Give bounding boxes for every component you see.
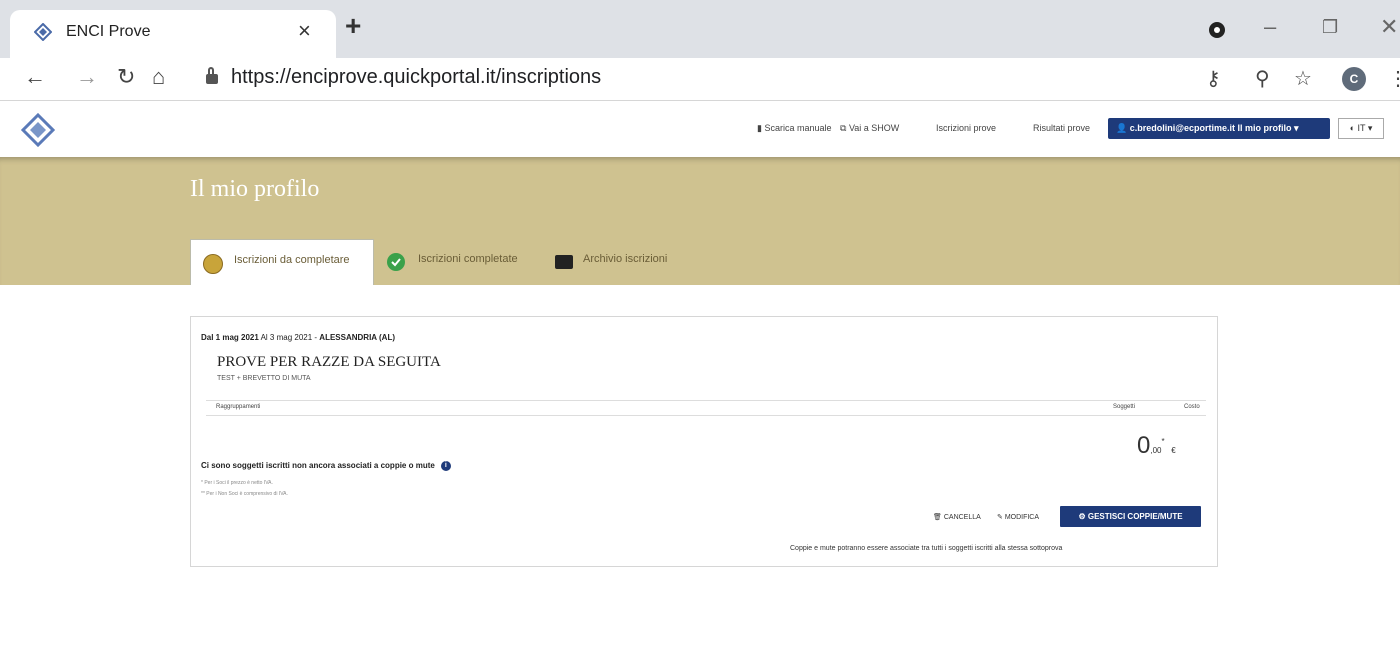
total-asterisk: * xyxy=(1161,437,1165,446)
tab-close-icon[interactable]: × xyxy=(298,18,311,44)
event-location: ALESSANDRIA (AL) xyxy=(319,333,395,342)
browser-tab[interactable]: ENCI Prove × xyxy=(10,10,336,58)
tab-pending-inscriptions[interactable]: Iscrizioni da completare xyxy=(190,239,374,285)
nav-inscriptions[interactable]: Iscrizioni prove xyxy=(936,123,996,133)
tab-completed-inscriptions[interactable]: Iscrizioni completate xyxy=(375,239,540,285)
user-profile-label: c.bredolini@ecportime.it Il mio profilo … xyxy=(1129,123,1299,133)
date-to: Al 3 mag 2021 - xyxy=(258,333,320,342)
minimize-icon[interactable]: – xyxy=(1264,14,1276,40)
col-groups: Raggruppamenti xyxy=(216,404,261,410)
total-int: 0 xyxy=(1137,432,1151,459)
page-title: Il mio profilo xyxy=(190,176,320,202)
back-icon[interactable]: ← xyxy=(24,64,46,90)
event-subtitle: TEST + BREVETTO DI MUTA xyxy=(217,375,311,382)
tab-title: ENCI Prove xyxy=(66,23,151,40)
home-icon[interactable]: ⌂ xyxy=(152,64,165,90)
profile-banner: Il mio profilo Iscrizioni da completare … xyxy=(0,157,1400,285)
info-icon[interactable]: i xyxy=(440,461,451,471)
tab-completed-label: Iscrizioni completate xyxy=(418,253,518,265)
archive-box-icon xyxy=(555,255,573,269)
nav-go-show-label: Vai a SHOW xyxy=(848,123,900,133)
date-from: Dal 1 mag 2021 xyxy=(201,333,259,342)
edit-button[interactable]: ✎ MODIFICA xyxy=(997,513,1039,521)
forward-icon[interactable]: → xyxy=(76,64,98,90)
inscription-card: Dal 1 mag 2021 Al 3 mag 2021 - ALESSANDR… xyxy=(190,316,1218,567)
event-title: PROVE PER RAZZE DA SEGUITA xyxy=(217,354,441,370)
reload-icon[interactable]: ↻ xyxy=(117,64,135,90)
nav-go-show[interactable]: ⧉ Vai a SHOW xyxy=(840,123,899,134)
note-members: * Per i Soci il prezzo è netto IVA. xyxy=(201,480,273,486)
manage-pairs-label: GESTISCI COPPIE/MUTE xyxy=(1087,512,1183,521)
tab-pending-label: Iscrizioni da completare xyxy=(234,254,350,266)
nav-download-manual-label: Scarica manuale xyxy=(764,123,832,133)
menu-icon[interactable]: ⋮ xyxy=(1388,66,1400,91)
table-header: Raggruppamenti Soggetti Costo xyxy=(206,400,1206,416)
key-icon[interactable]: ⚷ xyxy=(1206,66,1221,91)
user-profile-button[interactable]: 👤 c.bredolini@ecportime.it Il mio profil… xyxy=(1108,118,1330,139)
nav-download-manual[interactable]: ▮ Scarica manuale xyxy=(757,123,832,134)
language-selector[interactable]: ◐ IT ▾ xyxy=(1338,118,1384,139)
nav-results[interactable]: Risultati prove xyxy=(1033,123,1090,133)
check-circle-icon xyxy=(387,253,405,271)
enci-favicon-icon xyxy=(34,23,52,41)
extension-icon[interactable] xyxy=(1209,22,1225,38)
unassigned-alert: Ci sono soggetti iscritti non ancora ass… xyxy=(201,461,451,471)
maximize-icon[interactable]: ❐ xyxy=(1322,17,1338,38)
manage-pairs-button[interactable]: ⚙ GESTISCI COPPIE/MUTE xyxy=(1060,506,1201,527)
col-cost: Costo xyxy=(1184,404,1200,410)
close-window-icon[interactable]: ✕ xyxy=(1380,14,1398,40)
total-currency: € xyxy=(1171,446,1176,455)
lock-icon[interactable] xyxy=(206,67,218,84)
language-label: IT ▾ xyxy=(1357,123,1373,133)
col-subjects: Soggetti xyxy=(1113,404,1136,410)
star-icon[interactable]: ☆ xyxy=(1294,66,1312,91)
site-header: ▮ Scarica manuale ⧉ Vai a SHOW Iscrizion… xyxy=(0,101,1400,157)
event-date-location: Dal 1 mag 2021 Al 3 mag 2021 - ALESSANDR… xyxy=(201,333,395,342)
unassigned-alert-text: Ci sono soggetti iscritti non ancora ass… xyxy=(201,461,435,471)
url-text[interactable]: https://enciprove.quickportal.it/inscrip… xyxy=(231,66,601,89)
browser-tab-bar: ENCI Prove × + – ❐ ✕ xyxy=(0,0,1400,58)
pending-circle-icon xyxy=(203,254,223,274)
total-dec: ,00 xyxy=(1150,446,1162,455)
tab-archive-label: Archivio iscrizioni xyxy=(583,253,668,265)
tab-archive-inscriptions[interactable]: Archivio iscrizioni xyxy=(545,239,695,285)
delete-button[interactable]: 🗑 CANCELLA xyxy=(933,513,981,521)
enci-logo-icon[interactable] xyxy=(21,113,55,147)
browser-toolbar: ← → ↻ ⌂ https://enciprove.quickportal.it… xyxy=(0,58,1400,101)
edit-label: MODIFICA xyxy=(1004,514,1040,521)
new-tab-button[interactable]: + xyxy=(345,12,361,40)
avatar[interactable]: C xyxy=(1342,67,1366,91)
total-cost: 0,00* € xyxy=(1137,432,1176,460)
note-non-members: ** Per i Non Soci è comprensivo di IVA. xyxy=(201,491,288,497)
delete-label: CANCELLA xyxy=(943,514,981,521)
zoom-icon[interactable]: ⚲ xyxy=(1255,66,1270,91)
pairs-footer-note: Coppie e mute potranno essere associate … xyxy=(790,545,1063,552)
